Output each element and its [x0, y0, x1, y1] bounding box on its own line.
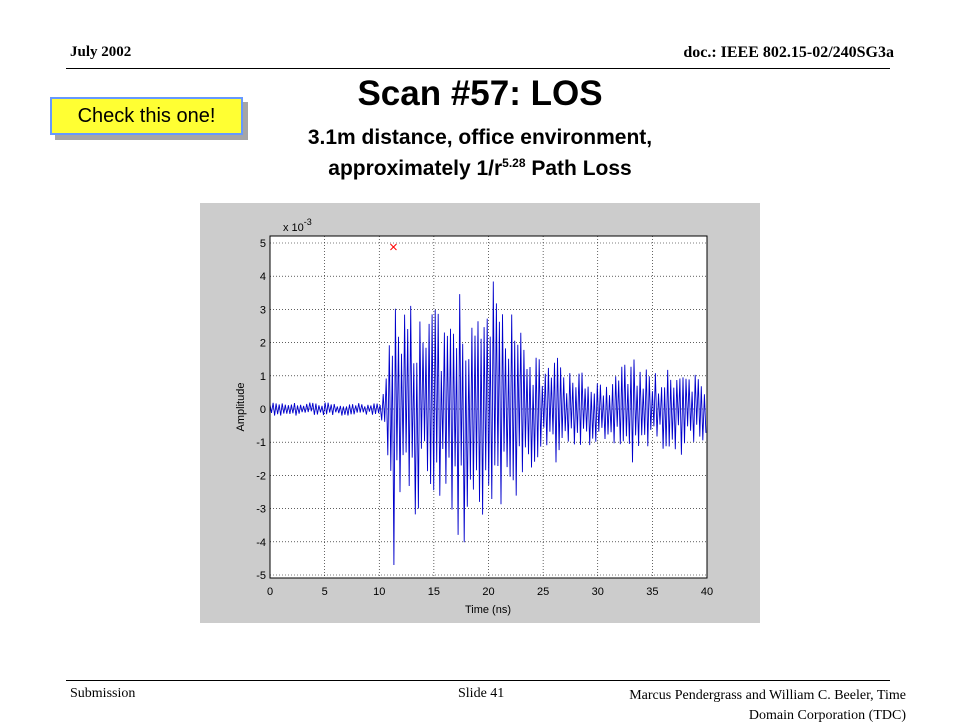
x-axis-label: Time (ns)	[465, 604, 511, 616]
footer-rule	[66, 680, 890, 681]
subtitle-line2-post: Path Loss	[525, 157, 632, 180]
footer-authors: Marcus Pendergrass and William C. Beeler…	[590, 686, 906, 726]
x-tick-label: 10	[373, 586, 385, 598]
y-tick-label: -3	[256, 504, 266, 516]
y-tick-label: -2	[256, 470, 266, 482]
x-tick-label: 35	[646, 586, 658, 598]
y-tick-labels: 5 4 3 2 1 0 -1 -2 -3 -4 -5	[256, 238, 266, 582]
y-tick-label: 0	[260, 404, 266, 416]
x-tick-label: 5	[322, 586, 328, 598]
path-loss-exponent: 5.28	[502, 156, 526, 170]
x-tick-label: 20	[482, 586, 494, 598]
callout-box: Check this one!	[50, 97, 243, 135]
x-tick-labels: 0 5 10 15 20 25 30 35 40	[267, 586, 713, 598]
y-tick-label: 2	[260, 338, 266, 350]
y-tick-label: 5	[260, 238, 266, 250]
footer-authors-line1: Marcus Pendergrass and William C. Beeler…	[629, 688, 906, 703]
impulse-response-chart: 0 5 10 15 20 25 30 35 40 543210-1-2-3-4-5 x 10-3…	[235, 217, 713, 616]
header-doc-id: doc.: IEEE 802.15-02/240SG3a	[683, 44, 894, 61]
footer-submission: Submission	[70, 686, 136, 701]
header-rule	[66, 68, 890, 69]
y-multiplier-label: x 10-3	[283, 217, 312, 234]
y-tick-label: -4	[256, 537, 266, 549]
y-tick-label: -1	[256, 437, 266, 449]
x-tick-label: 25	[537, 586, 549, 598]
y-axis-label: Amplitude	[235, 383, 247, 432]
y-tick-label: 4	[260, 271, 266, 283]
subtitle-line2-pre: approximately 1/r	[328, 157, 503, 180]
slide-subtitle-line2: approximately 1/r5.28 Path Loss	[0, 156, 960, 181]
x-tick-label: 30	[592, 586, 604, 598]
x-tick-label: 40	[701, 586, 713, 598]
y-tick-label: 3	[260, 304, 266, 316]
y-tick-label: -5	[256, 570, 266, 582]
x-tick-label: 0	[267, 586, 273, 598]
x-tick-label: 15	[428, 586, 440, 598]
footer-authors-line2: Domain Corporation (TDC)	[748, 708, 906, 723]
chart-panel: 0 5 10 15 20 25 30 35 40 5 4 3 2 1 0 -1 -2 -3 -4 -5 x 10-3…	[200, 203, 760, 623]
footer-slide-number: Slide 41	[458, 686, 505, 701]
header-date: July 2002	[70, 44, 132, 60]
y-multiplier-exponent: -3	[304, 217, 312, 227]
y-tick-label: 1	[260, 371, 266, 383]
y-multiplier-base: x 10	[283, 222, 304, 234]
